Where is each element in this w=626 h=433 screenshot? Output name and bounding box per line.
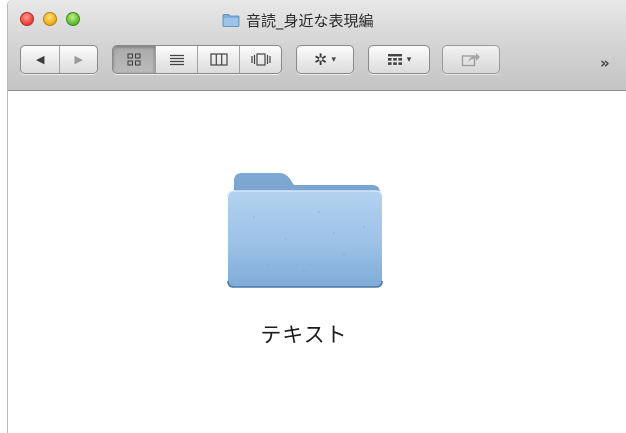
toolbar-overflow-button[interactable]: »	[600, 54, 610, 72]
icon-grid-icon	[127, 53, 141, 66]
share-icon	[461, 53, 480, 67]
folder-content-area[interactable]: テキスト	[8, 91, 626, 433]
list-icon	[169, 54, 184, 65]
folder-label[interactable]: テキスト	[204, 319, 404, 349]
share-button[interactable]	[443, 46, 499, 73]
titlebar[interactable]: 音読_身近な表現編 ◀ ▶ ✲ ▾ ▾ »	[8, 0, 626, 91]
forward-arrow-icon: ▶	[74, 53, 83, 66]
list-view-button[interactable]	[155, 46, 197, 73]
finder-window: 音読_身近な表現編 ◀ ▶ ✲ ▾ ▾ » テキスト	[7, 0, 626, 433]
back-arrow-icon: ◀	[36, 53, 45, 66]
action-menu-button[interactable]: ✲ ▾	[297, 46, 353, 73]
chevron-down-icon: ▾	[406, 54, 412, 65]
forward-button[interactable]: ▶	[59, 46, 97, 73]
coverflow-icon	[250, 53, 271, 66]
share-group	[442, 45, 500, 74]
chevron-down-icon: ▾	[331, 54, 336, 65]
coverflow-view-button[interactable]	[239, 46, 281, 73]
back-forward-group: ◀ ▶	[20, 45, 98, 74]
window-title: 音読_身近な表現編	[222, 10, 374, 30]
close-window-button[interactable]	[20, 12, 34, 26]
view-mode-group	[112, 45, 282, 74]
gear-icon: ✲	[314, 50, 328, 69]
folder-item[interactable]: テキスト	[204, 167, 404, 357]
folder-icon	[222, 13, 240, 27]
zoom-window-button[interactable]	[66, 12, 80, 26]
arrange-grid-icon	[387, 54, 402, 65]
column-view-button[interactable]	[197, 46, 239, 73]
window-title-text: 音読_身近な表現編	[246, 11, 374, 30]
columns-icon	[209, 53, 228, 66]
folder-icon	[224, 167, 386, 293]
arrange-menu-button[interactable]: ▾	[369, 46, 429, 73]
action-menu-group: ✲ ▾	[296, 45, 354, 74]
minimize-window-button[interactable]	[43, 12, 57, 26]
icon-view-button[interactable]	[113, 46, 155, 73]
arrange-menu-group: ▾	[368, 45, 430, 74]
back-button[interactable]: ◀	[21, 46, 59, 73]
